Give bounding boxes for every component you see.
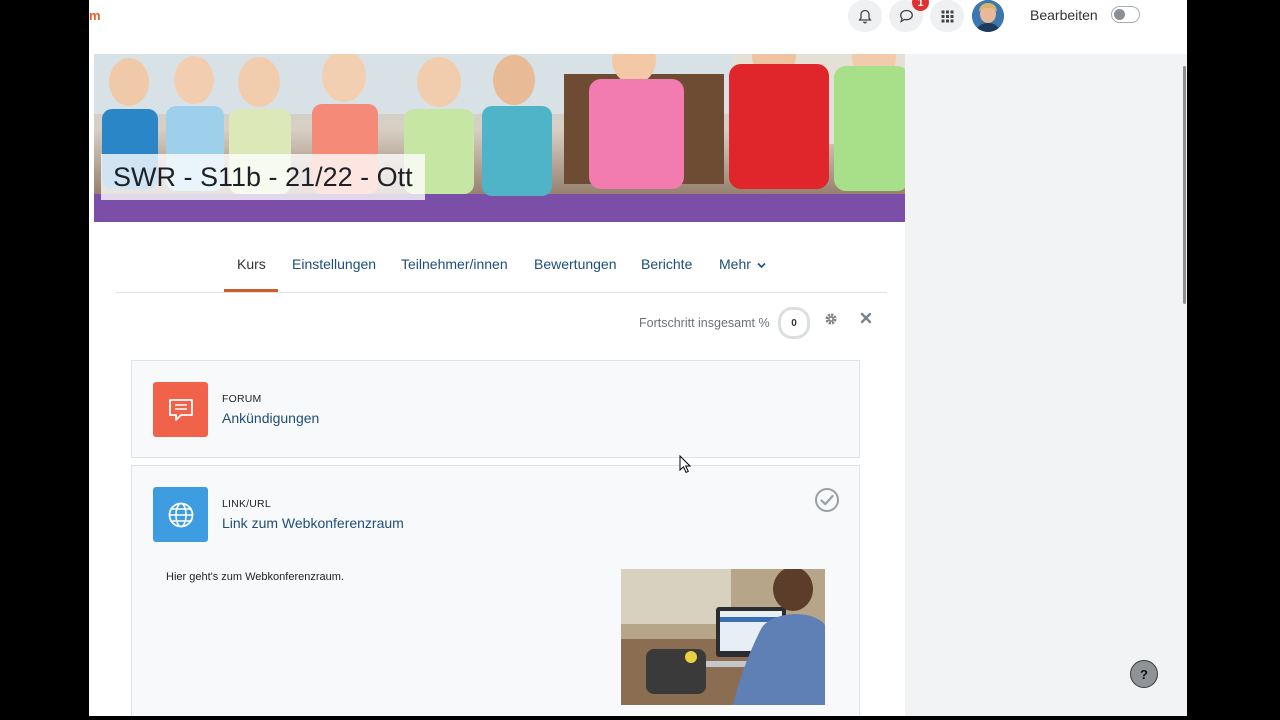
description-text: Hier geht's zum Webkonferenzraum. — [166, 571, 344, 583]
activity-description: Hier geht's zum Webkonferenzraum. — [131, 555, 860, 716]
completion-check-icon[interactable] — [814, 487, 840, 513]
tab-einstellungen[interactable]: Einstellungen — [292, 256, 376, 272]
activity-url[interactable]: LINK/URL Link zum Webkonferenzraum — [131, 465, 860, 556]
progress-value: 0 — [791, 317, 797, 329]
progress-label: Fortschritt insgesamt % — [639, 316, 770, 330]
progress-circle: 0 — [778, 307, 810, 339]
notifications-button[interactable] — [848, 0, 882, 32]
grid-icon — [941, 10, 953, 22]
top-navbar: m 1 Bearbeiten — [89, 0, 1187, 53]
edit-mode-label: Bearbeiten — [1030, 7, 1098, 23]
tab-mehr-label: Mehr — [719, 256, 751, 272]
toggle-knob — [1114, 9, 1125, 20]
activity-type: FORUM — [222, 393, 262, 405]
browser-window: m 1 Bearbeiten SWR - S11b - 21/22 - Ott … — [89, 0, 1187, 716]
user-avatar[interactable] — [972, 0, 1004, 32]
activity-type: LINK/URL — [222, 498, 271, 510]
mouse-cursor-icon — [679, 455, 691, 473]
message-count-badge: 1 — [912, 0, 929, 11]
help-label: ? — [1140, 666, 1148, 682]
active-tab-indicator — [224, 289, 278, 292]
activity-name-link[interactable]: Ankündigungen — [222, 410, 319, 426]
help-button[interactable]: ? — [1130, 660, 1158, 688]
message-bubble-icon — [899, 9, 913, 23]
tab-berichte[interactable]: Berichte — [641, 256, 692, 272]
tab-bewertungen[interactable]: Bewertungen — [534, 256, 617, 272]
globe-icon — [153, 487, 208, 542]
course-progress: Fortschritt insgesamt % 0 — [639, 306, 889, 340]
bell-icon — [858, 9, 872, 23]
tab-mehr[interactable]: Mehr — [719, 256, 766, 272]
tab-teilnehmer[interactable]: Teilnehmer/innen — [401, 256, 508, 272]
course-navigation-tabs: Kurs Einstellungen Teilnehmer/innen Bewe… — [116, 222, 887, 293]
forum-icon — [153, 382, 208, 437]
edit-mode-toggle[interactable] — [1111, 6, 1140, 23]
apps-button[interactable] — [930, 0, 964, 32]
user-photo-icon — [972, 0, 1004, 32]
webconference-photo — [621, 569, 825, 705]
tab-kurs[interactable]: Kurs — [237, 256, 266, 272]
course-content: SWR - S11b - 21/22 - Ott Kurs Einstellun… — [94, 54, 905, 716]
activity-name-link[interactable]: Link zum Webkonferenzraum — [222, 515, 404, 531]
messages-button[interactable]: 1 — [889, 0, 929, 32]
page-scrollbar[interactable] — [1183, 66, 1186, 304]
course-header-image: SWR - S11b - 21/22 - Ott — [94, 54, 905, 222]
course-title: SWR - S11b - 21/22 - Ott — [101, 154, 425, 200]
chevron-down-icon — [757, 262, 766, 269]
close-icon[interactable] — [860, 312, 872, 324]
activity-forum[interactable]: FORUM Ankündigungen — [131, 360, 860, 458]
site-logo-fragment[interactable]: m — [89, 8, 101, 23]
gear-icon[interactable] — [824, 312, 838, 326]
right-drawer-area — [905, 54, 1187, 716]
